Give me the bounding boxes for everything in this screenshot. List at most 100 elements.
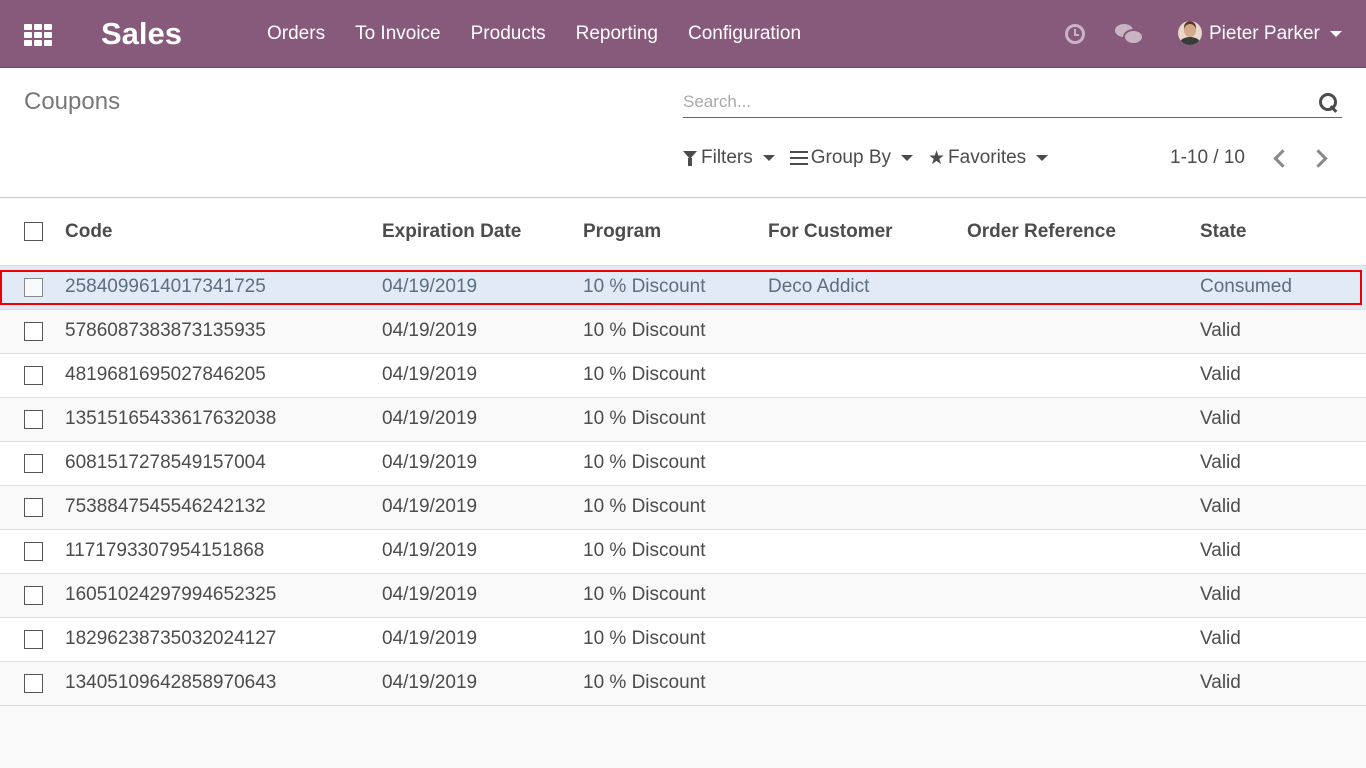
table-row[interactable]: 13405109642858970643 04/19/2019 10 % Dis… — [0, 661, 1366, 706]
cell-program: 10 % Discount — [583, 573, 768, 618]
cell-state: Consumed — [1200, 265, 1366, 310]
row-checkbox[interactable] — [24, 541, 43, 561]
row-checkbox[interactable] — [24, 277, 43, 297]
row-checkbox[interactable] — [24, 453, 43, 473]
user-menu-name[interactable]: Pieter Parker — [1209, 0, 1320, 68]
filters-button[interactable]: Filters — [683, 147, 775, 169]
cell-expiration-date: 04/19/2019 — [382, 485, 583, 530]
menu-item-reporting[interactable]: Reporting — [561, 0, 673, 68]
apps-icon[interactable] — [24, 24, 52, 46]
select-all-cell — [0, 199, 65, 266]
cell-order-reference — [967, 573, 1200, 618]
row-checkbox[interactable] — [24, 629, 43, 649]
cell-state: Valid — [1200, 661, 1366, 706]
favorites-button[interactable]: ★ Favorites — [928, 147, 1049, 169]
chat-icon[interactable] — [1115, 24, 1144, 45]
group-by-button[interactable]: Group By — [789, 147, 913, 169]
cell-state: Valid — [1200, 441, 1366, 486]
main-menu: Orders To Invoice Products Reporting Con… — [252, 0, 816, 68]
row-select-cell — [0, 617, 65, 662]
cell-for-customer: Deco Addict — [768, 265, 967, 310]
cell-state: Valid — [1200, 617, 1366, 662]
column-header-expiration-date[interactable]: Expiration Date — [382, 199, 583, 266]
cell-program: 10 % Discount — [583, 617, 768, 662]
cell-expiration-date: 04/19/2019 — [382, 661, 583, 706]
caret-down-icon — [1036, 155, 1049, 161]
cell-expiration-date: 04/19/2019 — [382, 617, 583, 662]
cell-program: 10 % Discount — [583, 353, 768, 398]
pager-previous-icon[interactable] — [1270, 148, 1290, 168]
cell-state: Valid — [1200, 573, 1366, 618]
pager-next-icon[interactable] — [1310, 148, 1330, 168]
cell-program: 10 % Discount — [583, 485, 768, 530]
row-select-cell — [0, 397, 65, 442]
cell-order-reference — [967, 397, 1200, 442]
search-input[interactable] — [683, 88, 1303, 116]
cell-code: 13515165433617632038 — [65, 397, 382, 442]
cell-order-reference — [967, 353, 1200, 398]
cell-state: Valid — [1200, 485, 1366, 530]
avatar[interactable] — [1178, 21, 1202, 45]
caret-down-icon — [762, 155, 775, 161]
list-icon — [789, 151, 808, 165]
table-row[interactable]: 5786087383873135935 04/19/2019 10 % Disc… — [0, 309, 1366, 354]
search-icon[interactable] — [1319, 93, 1338, 112]
cell-code: 5786087383873135935 — [65, 309, 382, 354]
column-header-for-customer[interactable]: For Customer — [768, 199, 967, 266]
cell-for-customer — [768, 529, 967, 574]
table-header-row: Code Expiration Date Program For Custome… — [0, 199, 1366, 266]
breadcrumb: Coupons — [24, 88, 121, 115]
cell-code: 6081517278549157004 — [65, 441, 382, 486]
app-brand[interactable]: Sales — [101, 16, 182, 52]
menu-item-to-invoice[interactable]: To Invoice — [340, 0, 456, 68]
cell-order-reference — [967, 265, 1200, 310]
top-navbar: Sales Orders To Invoice Products Reporti… — [0, 0, 1366, 68]
row-checkbox[interactable] — [24, 585, 43, 605]
table-row[interactable]: 18296238735032024127 04/19/2019 10 % Dis… — [0, 617, 1366, 662]
cell-for-customer — [768, 573, 967, 618]
row-select-cell — [0, 309, 65, 354]
control-panel: Coupons Filters Group By ★ Favorites 1-1… — [0, 68, 1366, 198]
row-checkbox[interactable] — [24, 409, 43, 429]
cell-order-reference — [967, 529, 1200, 574]
cell-program: 10 % Discount — [583, 309, 768, 354]
pager-value[interactable]: 1-10 / 10 — [1170, 147, 1245, 169]
chevron-down-icon[interactable] — [1330, 31, 1342, 37]
cell-state: Valid — [1200, 529, 1366, 574]
select-all-checkbox[interactable] — [24, 222, 43, 242]
column-header-order-reference[interactable]: Order Reference — [967, 199, 1200, 266]
group-by-label: Group By — [810, 147, 891, 168]
menu-item-configuration[interactable]: Configuration — [673, 0, 816, 68]
clock-icon[interactable] — [1065, 24, 1085, 44]
table-row[interactable]: 13515165433617632038 04/19/2019 10 % Dis… — [0, 397, 1366, 442]
row-checkbox[interactable] — [24, 321, 43, 341]
pager: 1-10 / 10 — [1170, 146, 1350, 170]
favorites-label: Favorites — [948, 147, 1027, 168]
cell-order-reference — [967, 309, 1200, 354]
table-row[interactable]: 2584099614017341725 04/19/2019 10 % Disc… — [0, 265, 1366, 310]
cell-order-reference — [967, 441, 1200, 486]
table-row[interactable]: 7538847545546242132 04/19/2019 10 % Disc… — [0, 485, 1366, 530]
cell-program: 10 % Discount — [583, 529, 768, 574]
menu-item-products[interactable]: Products — [456, 0, 561, 68]
cell-code: 4819681695027846205 — [65, 353, 382, 398]
table-row[interactable]: 6081517278549157004 04/19/2019 10 % Disc… — [0, 441, 1366, 486]
column-header-state[interactable]: State — [1200, 199, 1366, 266]
row-checkbox[interactable] — [24, 673, 43, 693]
cell-expiration-date: 04/19/2019 — [382, 441, 583, 486]
column-header-program[interactable]: Program — [583, 199, 768, 266]
menu-item-orders[interactable]: Orders — [252, 0, 340, 68]
table-row[interactable]: 1171793307954151868 04/19/2019 10 % Disc… — [0, 529, 1366, 574]
filters-label: Filters — [701, 147, 753, 168]
row-select-cell — [0, 573, 65, 618]
row-checkbox[interactable] — [24, 497, 43, 517]
cell-for-customer — [768, 441, 967, 486]
table-row[interactable]: 4819681695027846205 04/19/2019 10 % Disc… — [0, 353, 1366, 398]
cell-code: 7538847545546242132 — [65, 485, 382, 530]
cell-program: 10 % Discount — [583, 441, 768, 486]
cell-expiration-date: 04/19/2019 — [382, 309, 583, 354]
column-header-code[interactable]: Code — [65, 199, 382, 266]
table-row[interactable]: 16051024297994652325 04/19/2019 10 % Dis… — [0, 573, 1366, 618]
row-checkbox[interactable] — [24, 365, 43, 385]
star-icon: ★ — [928, 147, 946, 169]
